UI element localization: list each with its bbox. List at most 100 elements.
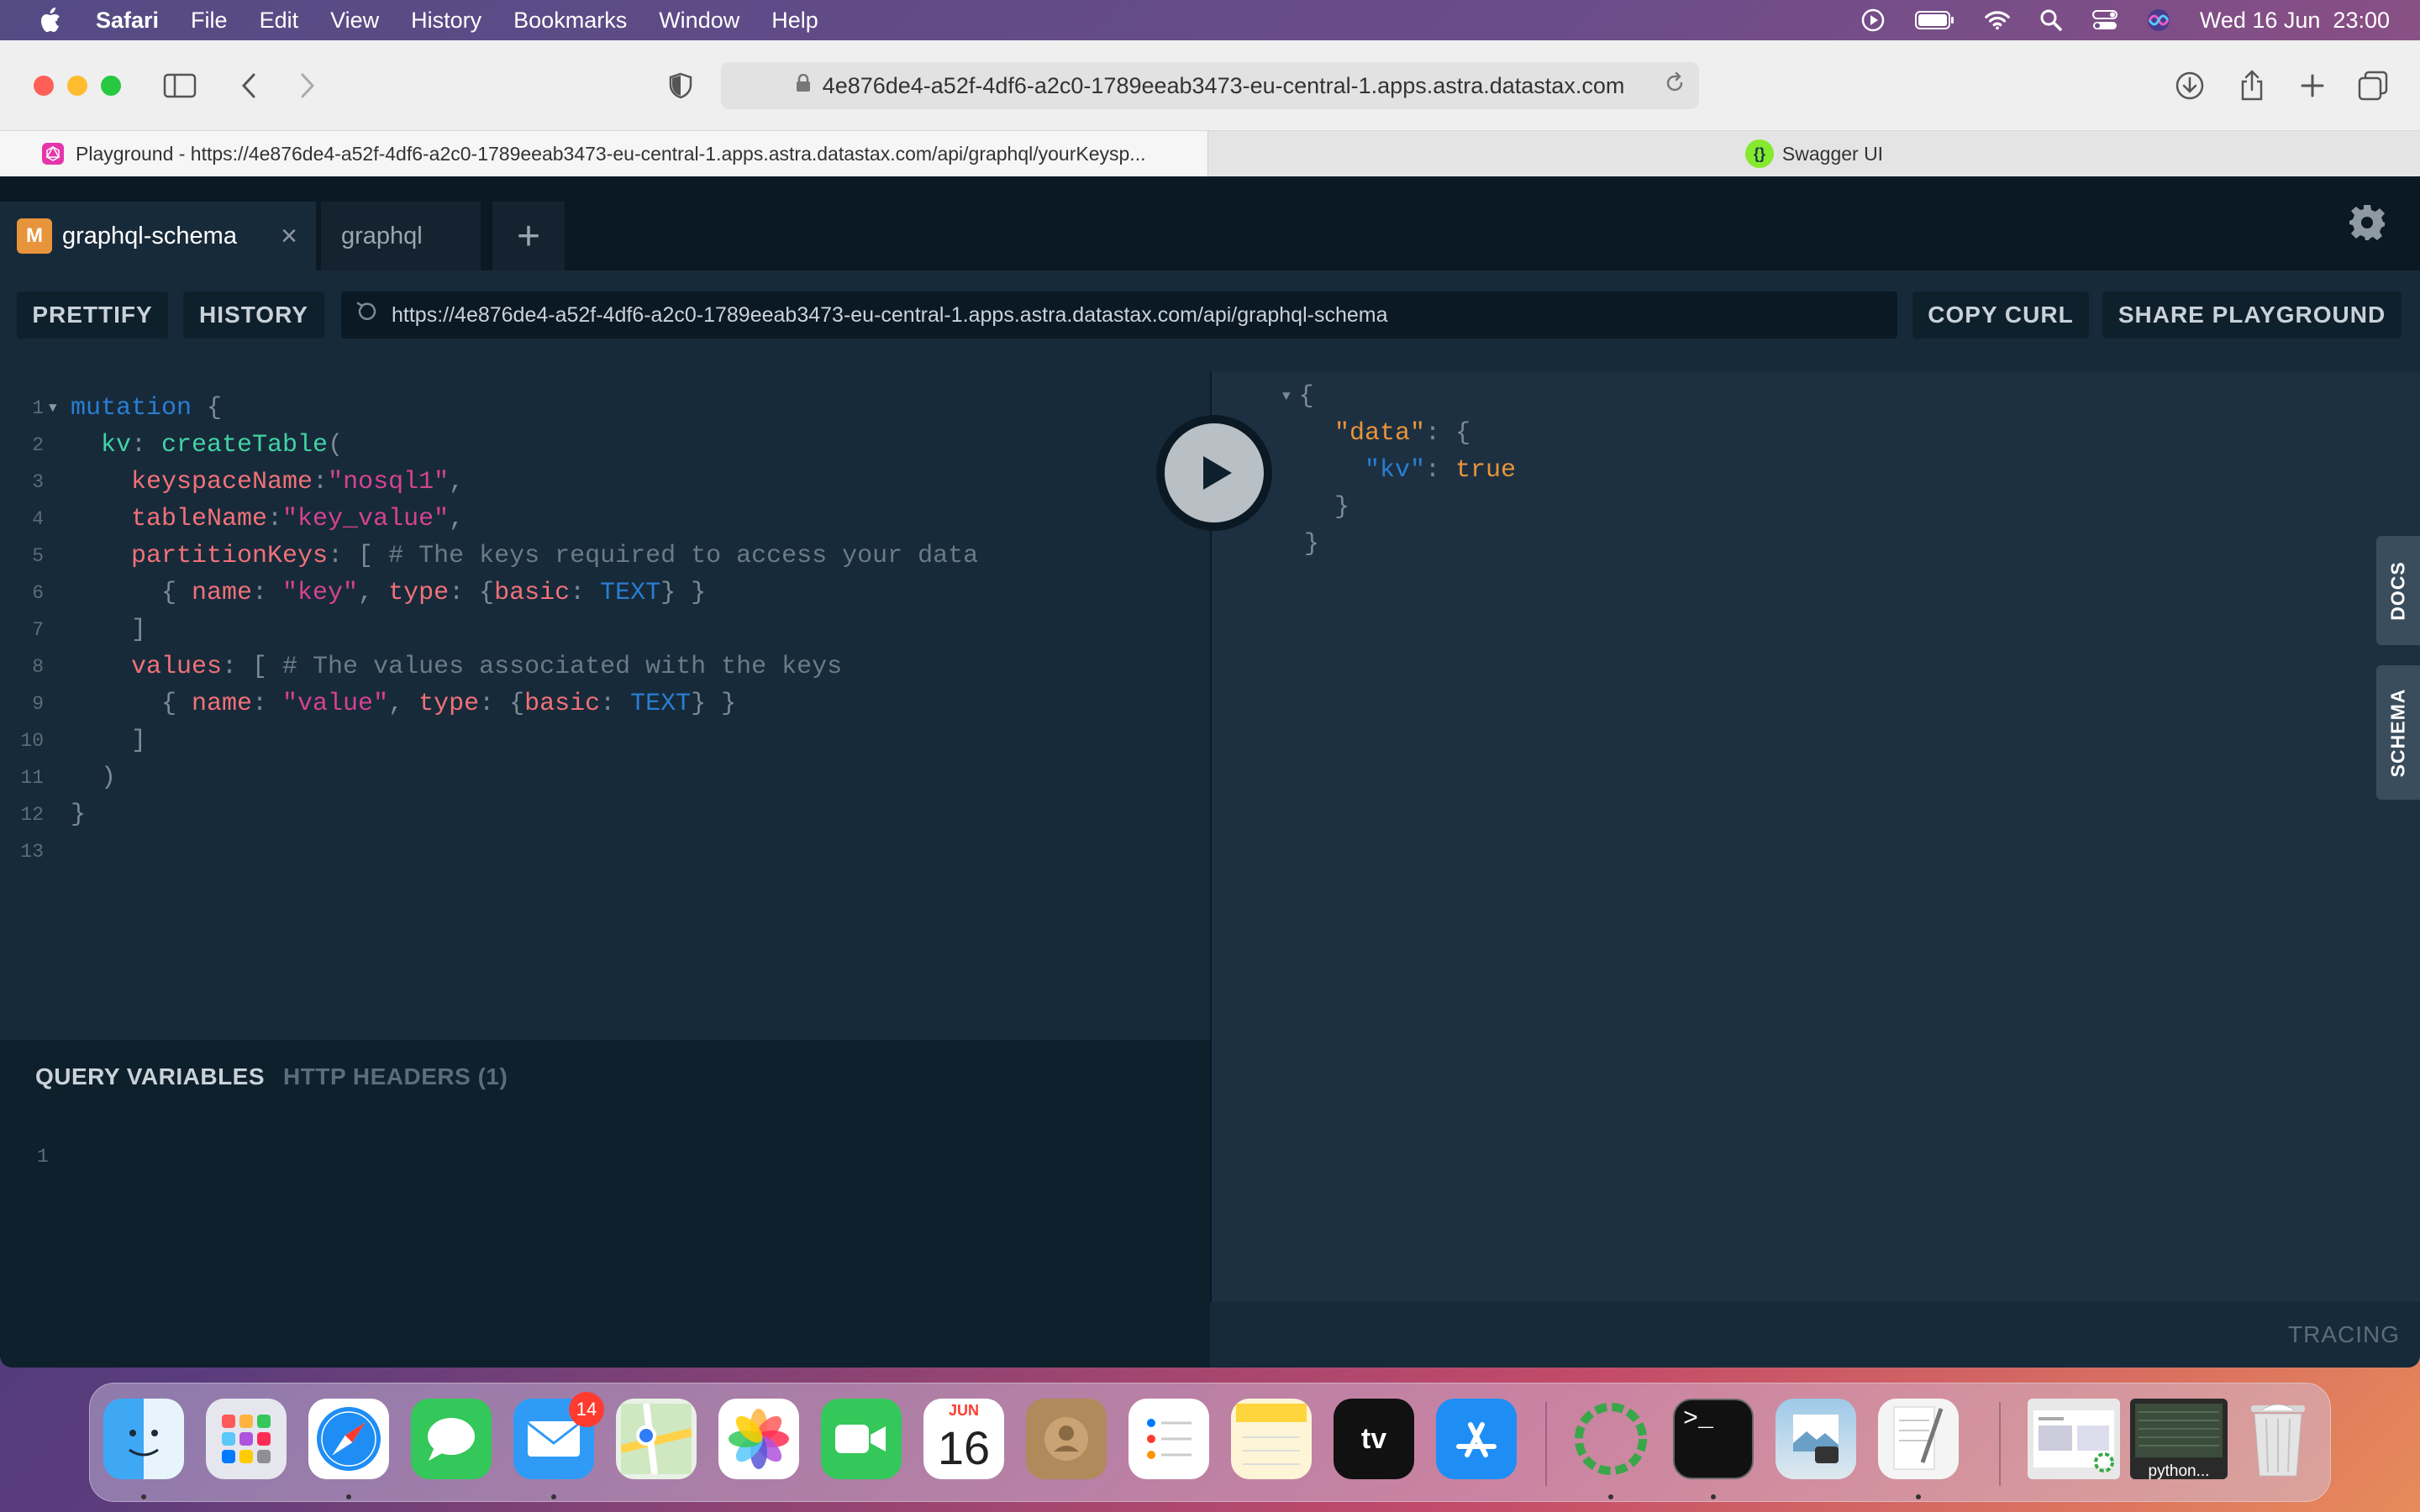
script-editor-icon[interactable] (1878, 1399, 1959, 1479)
control-center-icon[interactable] (2091, 8, 2118, 33)
browser-tab-swagger[interactable]: {} Swagger UI (1208, 131, 2420, 176)
messages-icon[interactable] (411, 1399, 492, 1479)
code-token: : (252, 579, 283, 607)
playground-tab-graphql[interactable]: graphql (321, 202, 481, 270)
menu-history[interactable]: History (411, 8, 481, 34)
result-pane[interactable]: ▼{ "data": { "kv": true } } (1210, 371, 2420, 1302)
sidebar-toggle-icon[interactable] (161, 67, 198, 104)
play-status-icon[interactable] (1860, 8, 1886, 33)
menu-window[interactable]: Window (659, 8, 739, 34)
editor-line: 5 partitionKeys: [ # The keys required t… (0, 538, 1210, 575)
app-store-icon[interactable] (1436, 1399, 1517, 1479)
launchpad-icon[interactable] (206, 1399, 287, 1479)
menu-clock[interactable]: Wed 16 Jun 23:00 (2200, 8, 2390, 34)
safari-toolbar: 4e876de4-a52f-4df6-a2c0-1789eeab3473-eu-… (0, 40, 2420, 131)
close-window-button[interactable] (34, 76, 54, 96)
tracing-label[interactable]: TRACING (2288, 1321, 2400, 1348)
running-indicator (1916, 1494, 1921, 1499)
minimize-window-button[interactable] (67, 76, 87, 96)
code-text: ] (131, 616, 147, 644)
menu-help[interactable]: Help (771, 8, 818, 34)
running-indicator (1608, 1494, 1613, 1499)
menu-app-name[interactable]: Safari (96, 8, 159, 34)
prettify-button[interactable]: PRETTIFY (17, 291, 168, 339)
spotlight-search-icon[interactable] (2039, 8, 2064, 33)
battery-icon[interactable] (1914, 8, 1956, 33)
minimized-window-thumbnail[interactable] (2028, 1399, 2120, 1479)
tab-http-headers[interactable]: HTTP HEADERS (1) (283, 1063, 508, 1090)
code-token: { (192, 394, 223, 423)
contacts-icon[interactable] (1026, 1399, 1107, 1479)
back-icon[interactable] (230, 67, 267, 104)
code-token: } } (660, 579, 707, 607)
fold-arrow-icon[interactable]: ▼ (1282, 389, 1291, 404)
menu-bar: Safari File Edit View History Bookmarks … (0, 0, 2420, 40)
code-token: , (388, 690, 419, 718)
reload-icon[interactable] (1664, 71, 1686, 100)
finder-icon[interactable] (103, 1399, 184, 1479)
run-query-button[interactable] (1156, 415, 1272, 531)
share-playground-button[interactable]: SHARE PLAYGROUND (2102, 291, 2402, 339)
code-token: type (418, 690, 480, 718)
result-line: "kv": true (1365, 452, 1516, 489)
notes-icon[interactable] (1231, 1399, 1312, 1479)
close-icon[interactable]: × (281, 220, 297, 253)
variables-tabs: QUERY VARIABLES HTTP HEADERS (1) (35, 1063, 508, 1090)
copy-curl-button[interactable]: COPY CURL (1912, 291, 2089, 339)
zoom-window-button[interactable] (101, 76, 121, 96)
photos-icon[interactable] (718, 1399, 799, 1479)
browser-tab-playground[interactable]: Playground - https://4e876de4-a52f-4df6-… (0, 131, 1208, 176)
facetime-icon[interactable] (821, 1399, 902, 1479)
privacy-shield-icon[interactable] (662, 67, 699, 104)
downloads-icon[interactable] (2171, 67, 2208, 104)
trash-icon[interactable] (2238, 1399, 2318, 1479)
query-editor[interactable]: 1 ▼ mutation { 2 kv: createTable( 3 keys… (0, 371, 1210, 1040)
share-icon[interactable] (2233, 67, 2270, 104)
docs-tab[interactable]: DOCS (2376, 536, 2420, 645)
terminal-icon[interactable]: >_ (1673, 1399, 1754, 1479)
history-button[interactable]: HISTORY (183, 291, 324, 339)
lock-icon (796, 73, 811, 97)
siri-icon[interactable] (2146, 8, 2171, 33)
safari-icon[interactable] (308, 1399, 389, 1479)
mutation-badge: M (17, 218, 52, 254)
tab-overview-icon[interactable] (2354, 67, 2391, 104)
playground-toolbar: PRETTIFY HISTORY https://4e876de4-a52f-4… (0, 270, 2420, 371)
wifi-icon[interactable] (1985, 8, 2010, 33)
code-token: { (161, 690, 192, 718)
refresh-schema-icon[interactable] (341, 299, 392, 331)
gear-icon[interactable] (2346, 202, 2388, 244)
line-number: 1 (37, 1146, 49, 1168)
code-token: TEXT (630, 690, 692, 718)
fold-arrow-icon[interactable]: ▼ (49, 401, 57, 416)
new-tab-icon[interactable] (2294, 67, 2331, 104)
tab-query-variables[interactable]: QUERY VARIABLES (35, 1063, 265, 1090)
menu-view[interactable]: View (330, 8, 379, 34)
line-number: 8 (32, 656, 44, 678)
code-token: "data" (1334, 419, 1426, 448)
python-window-thumbnail[interactable]: python... (2130, 1399, 2228, 1480)
safari-window: 4e876de4-a52f-4df6-a2c0-1789eeab3473-eu-… (0, 40, 2420, 1368)
menu-edit[interactable]: Edit (260, 8, 299, 34)
apple-menu-icon[interactable] (34, 8, 67, 33)
add-tab-button[interactable]: + (492, 202, 565, 270)
mail-icon[interactable]: 14 (513, 1392, 604, 1479)
menu-bookmarks[interactable]: Bookmarks (513, 8, 627, 34)
forward-icon[interactable] (289, 67, 326, 104)
playground-tab-graphql-schema[interactable]: M graphql-schema × (0, 202, 316, 270)
reminders-icon[interactable] (1128, 1399, 1209, 1479)
apple-tv-icon[interactable]: tv (1334, 1399, 1414, 1479)
editor-line: 11 ) (0, 759, 1210, 796)
preview-icon[interactable] (1776, 1399, 1856, 1479)
spinner-app-icon[interactable] (1570, 1399, 1651, 1479)
maps-icon[interactable] (616, 1399, 697, 1479)
calendar-icon[interactable]: JUN 16 (923, 1399, 1004, 1479)
running-indicator (1711, 1494, 1716, 1499)
endpoint-input[interactable]: https://4e876de4-a52f-4df6-a2c0-1789eeab… (341, 291, 1897, 339)
line-number: 11 (20, 767, 44, 789)
address-bar[interactable]: 4e876de4-a52f-4df6-a2c0-1789eeab3473-eu-… (721, 62, 1699, 109)
schema-tab[interactable]: SCHEMA (2376, 665, 2420, 800)
menu-file[interactable]: File (191, 8, 228, 34)
dock-separator (1999, 1402, 2001, 1486)
editor-line: 4 tableName:"key_value", (0, 501, 1210, 538)
